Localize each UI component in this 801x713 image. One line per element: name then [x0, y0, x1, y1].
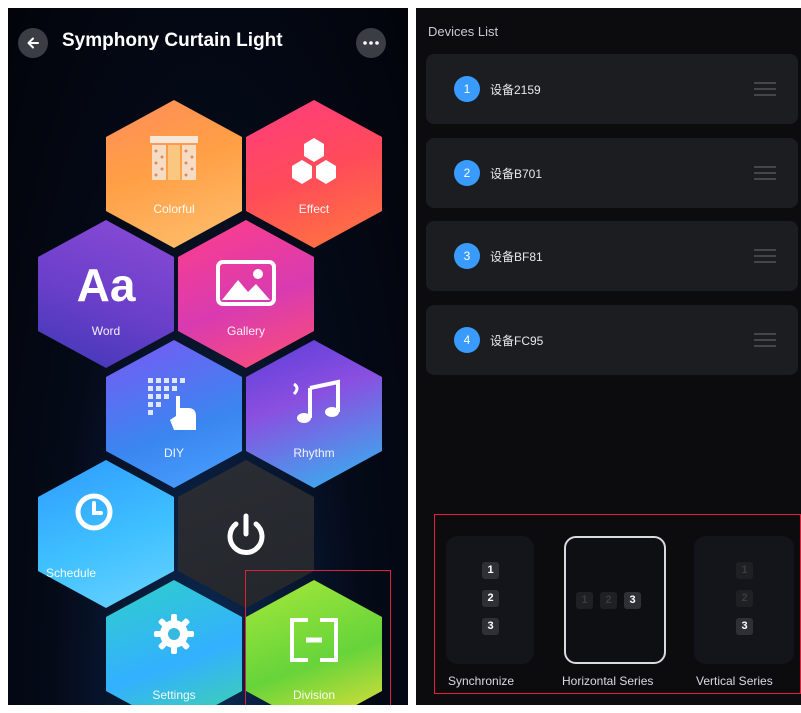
device-number-badge: 2	[454, 160, 480, 186]
hexagon-cluster-icon	[292, 138, 336, 184]
tile-word[interactable]: Aa Word	[38, 220, 174, 368]
tile-label: Word	[91, 324, 121, 338]
device-name: 设备B701	[490, 167, 543, 181]
control-panel-screen: Symphony Curtain Light Colorful Effect A…	[8, 8, 408, 705]
more-dots-icon	[363, 41, 379, 45]
gear-icon	[154, 614, 194, 654]
device-number-badge: 1	[454, 76, 480, 102]
top-bar: Symphony Curtain Light	[8, 26, 408, 62]
device-number-badge: 4	[454, 327, 480, 353]
clock-icon	[75, 493, 113, 531]
tile-label: Effect	[298, 202, 330, 216]
drag-handle-icon[interactable]	[754, 166, 776, 180]
devices-list-title: Devices List	[428, 24, 499, 39]
tile-gallery[interactable]: Gallery	[178, 220, 314, 368]
highlight-box-division	[245, 570, 391, 705]
tile-schedule[interactable]: Schedule	[38, 460, 174, 608]
tile-diy[interactable]: DIY	[106, 340, 242, 488]
device-number-badge: 3	[454, 243, 480, 269]
tile-label: Rhythm	[293, 446, 335, 460]
tile-effect[interactable]: Effect	[246, 100, 382, 248]
drag-handle-icon[interactable]	[754, 249, 776, 263]
tile-label: DIY	[163, 446, 184, 460]
device-name: 设备FC95	[490, 334, 544, 348]
devices-screen: Devices List 1 设备2159 2 设备B701 3 设备BF81 …	[416, 8, 801, 705]
arrow-left-icon	[27, 37, 39, 49]
tile-settings[interactable]: Settings	[106, 580, 242, 705]
drag-handle-icon[interactable]	[754, 82, 776, 96]
power-icon	[227, 513, 265, 555]
image-icon	[216, 260, 276, 306]
back-button[interactable]	[18, 28, 48, 58]
tile-label: Colorful	[153, 202, 195, 216]
page-title: Symphony Curtain Light	[62, 30, 283, 51]
music-note-icon	[292, 379, 340, 423]
device-list-item[interactable]: 1 设备2159	[426, 54, 798, 124]
tile-rhythm[interactable]: Rhythm	[246, 340, 382, 488]
tile-label: Settings	[152, 688, 196, 702]
curtain-pattern-icon	[150, 136, 198, 180]
highlight-box-modes	[434, 514, 801, 694]
device-name: 设备BF81	[490, 250, 543, 264]
drag-handle-icon[interactable]	[754, 333, 776, 347]
device-name: 设备2159	[490, 83, 541, 97]
device-list-item[interactable]: 2 设备B701	[426, 138, 798, 208]
tile-label: Schedule	[46, 566, 97, 580]
tile-colorful[interactable]: Colorful	[106, 100, 242, 248]
letters-icon: Aa	[76, 259, 136, 311]
device-list-item[interactable]: 3 设备BF81	[426, 221, 798, 291]
grid-hand-icon	[148, 378, 196, 430]
tile-label: Gallery	[226, 324, 265, 338]
more-button[interactable]	[356, 28, 386, 58]
device-list-item[interactable]: 4 设备FC95	[426, 305, 798, 375]
